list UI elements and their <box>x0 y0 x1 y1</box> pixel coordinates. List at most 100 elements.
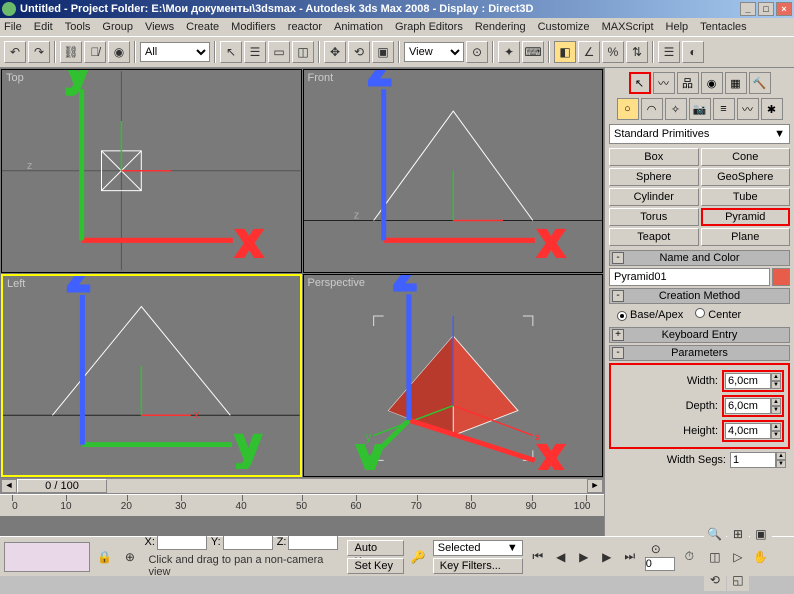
height-input[interactable] <box>725 423 771 439</box>
key-step-button[interactable]: ⊙ <box>645 542 667 556</box>
geometry-button[interactable]: ○ <box>617 98 639 120</box>
auto-key-button[interactable]: Auto Key <box>347 540 403 556</box>
height-spin-up[interactable]: ▲ <box>771 423 781 431</box>
wsegs-spin-down[interactable]: ▼ <box>776 460 786 468</box>
zoom-extents-button[interactable]: ▣ <box>750 523 772 545</box>
menu-maxscript[interactable]: MAXScript <box>602 21 654 33</box>
create-tab[interactable]: ↖ <box>629 72 651 94</box>
rollout-creation-method[interactable]: -Creation Method <box>609 288 790 304</box>
angle-snap-button[interactable]: ∠ <box>578 41 600 63</box>
menu-customize[interactable]: Customize <box>538 21 590 33</box>
primitive-torus[interactable]: Torus <box>609 208 699 226</box>
spacewarps-button[interactable]: 〰 <box>737 98 759 120</box>
display-tab[interactable]: ▦ <box>725 72 747 94</box>
min-max-toggle-button[interactable]: ◱ <box>727 569 749 591</box>
cameras-button[interactable]: 📷 <box>689 98 711 120</box>
primitive-teapot[interactable]: Teapot <box>609 228 699 246</box>
select-manipulate-button[interactable]: ✦ <box>498 41 520 63</box>
named-selection-button[interactable]: ☰ <box>658 41 680 63</box>
move-button[interactable]: ✥ <box>324 41 346 63</box>
bind-button[interactable]: ◉ <box>108 41 130 63</box>
goto-end-button[interactable]: ⏭ <box>619 546 641 568</box>
primitive-geosphere[interactable]: GeoSphere <box>701 168 791 186</box>
time-slider-thumb[interactable]: 0 / 100 <box>17 479 107 493</box>
link-button[interactable]: ⛓ <box>60 41 82 63</box>
primitive-cylinder[interactable]: Cylinder <box>609 188 699 206</box>
percent-snap-button[interactable]: % <box>602 41 624 63</box>
width-segs-input[interactable] <box>730 452 776 468</box>
shapes-button[interactable]: ◠ <box>641 98 663 120</box>
height-spin-down[interactable]: ▼ <box>771 431 781 439</box>
menu-modifiers[interactable]: Modifiers <box>231 21 276 33</box>
set-key-button[interactable]: Set Key <box>347 558 403 574</box>
rollout-parameters[interactable]: -Parameters <box>609 345 790 361</box>
wsegs-spin-up[interactable]: ▲ <box>776 452 786 460</box>
radio-base-apex[interactable] <box>617 311 627 321</box>
menu-animation[interactable]: Animation <box>334 21 383 33</box>
arc-rotate-button[interactable]: ⟲ <box>704 569 726 591</box>
time-slider[interactable]: ◄ 0 / 100 ► <box>0 478 604 494</box>
utilities-tab[interactable]: 🔨 <box>749 72 771 94</box>
viewport-top[interactable]: Top z x y <box>1 69 302 273</box>
modify-tab[interactable]: 〰 <box>653 72 675 94</box>
select-by-name-button[interactable]: ☰ <box>244 41 266 63</box>
menu-tentacles[interactable]: Tentacles <box>700 21 746 33</box>
category-dropdown[interactable]: Standard Primitives▼ <box>609 124 790 144</box>
width-input[interactable] <box>725 373 771 389</box>
menu-graph-editors[interactable]: Graph Editors <box>395 21 463 33</box>
menu-group[interactable]: Group <box>102 21 133 33</box>
play-button[interactable]: ▶ <box>573 546 595 568</box>
isolate-button[interactable]: ⊕ <box>119 546 140 568</box>
width-spin-down[interactable]: ▼ <box>771 381 781 389</box>
object-color-swatch[interactable] <box>772 268 790 286</box>
undo-button[interactable]: ↶ <box>4 41 26 63</box>
viewport-left[interactable]: Left x y z <box>1 274 302 478</box>
primitive-cone[interactable]: Cone <box>701 148 791 166</box>
prev-frame-button[interactable]: ◀ <box>550 546 572 568</box>
key-filters-button[interactable]: Key Filters... <box>433 558 523 574</box>
zoom-all-button[interactable]: ⊞ <box>727 523 749 545</box>
viewport-perspective[interactable]: Perspective x y x <box>303 274 604 478</box>
select-button[interactable]: ↖ <box>220 41 242 63</box>
timeline-ruler[interactable]: 0 10 20 30 40 50 60 70 80 90 100 <box>0 494 604 516</box>
menu-reactor[interactable]: reactor <box>288 21 322 33</box>
mirror-button[interactable]: ◐ <box>682 41 704 63</box>
primitive-sphere[interactable]: Sphere <box>609 168 699 186</box>
viewport-front[interactable]: Front z x z <box>303 69 604 273</box>
next-frame-button[interactable]: ▶ <box>596 546 618 568</box>
menu-create[interactable]: Create <box>186 21 219 33</box>
menu-tools[interactable]: Tools <box>65 21 91 33</box>
rollout-keyboard-entry[interactable]: +Keyboard Entry <box>609 327 790 343</box>
motion-tab[interactable]: ◉ <box>701 72 723 94</box>
helpers-button[interactable]: ≡ <box>713 98 735 120</box>
key-filter-dropdown[interactable]: Selected▼ <box>433 540 523 556</box>
primitive-pyramid[interactable]: Pyramid <box>701 208 791 226</box>
minimize-button[interactable]: _ <box>740 2 756 16</box>
redo-button[interactable]: ↷ <box>28 41 50 63</box>
primitive-plane[interactable]: Plane <box>701 228 791 246</box>
key-mode-button[interactable]: 🔑 <box>408 546 429 568</box>
track-bar[interactable] <box>4 542 90 572</box>
current-frame-input[interactable] <box>645 557 675 571</box>
depth-spin-down[interactable]: ▼ <box>771 406 781 414</box>
hierarchy-tab[interactable]: 品 <box>677 72 699 94</box>
menu-file[interactable]: File <box>4 21 22 33</box>
close-button[interactable]: × <box>776 2 792 16</box>
rollout-name-color[interactable]: -Name and Color <box>609 250 790 266</box>
zoom-button[interactable]: 🔍 <box>704 523 726 545</box>
primitive-tube[interactable]: Tube <box>701 188 791 206</box>
menu-views[interactable]: Views <box>145 21 174 33</box>
time-config-button[interactable]: ⏱ <box>679 546 700 568</box>
systems-button[interactable]: ✱ <box>761 98 783 120</box>
unlink-button[interactable]: ⛓̸ <box>84 41 106 63</box>
depth-input[interactable] <box>725 398 771 414</box>
lights-button[interactable]: ✧ <box>665 98 687 120</box>
scroll-right-button[interactable]: ► <box>587 479 603 493</box>
fov-button[interactable]: ▷ <box>727 546 749 568</box>
primitive-box[interactable]: Box <box>609 148 699 166</box>
menu-help[interactable]: Help <box>666 21 689 33</box>
pan-button[interactable]: ✋ <box>750 546 772 568</box>
menu-edit[interactable]: Edit <box>34 21 53 33</box>
goto-start-button[interactable]: ⏮ <box>527 546 549 568</box>
scale-button[interactable]: ▣ <box>372 41 394 63</box>
